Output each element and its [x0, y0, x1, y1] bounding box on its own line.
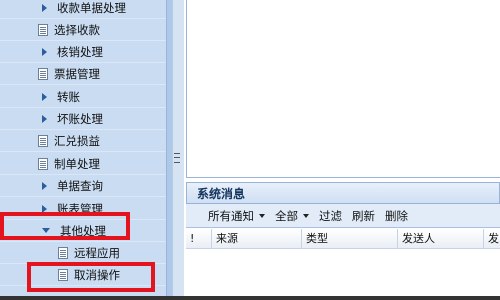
- highlight-cancel-operation: [27, 262, 155, 292]
- nav-item-exchange-gain-loss[interactable]: 汇兑损益: [0, 130, 166, 152]
- expand-arrow-icon: [42, 92, 47, 101]
- delete-label: 删除: [385, 208, 408, 223]
- main-content-pane: [186, 0, 500, 178]
- panel-title: 系统消息: [197, 186, 246, 201]
- column-sender[interactable]: 发送人: [398, 229, 484, 249]
- nav-item-label: 选择收款: [54, 22, 100, 37]
- nav-item-label: 转账: [57, 89, 80, 104]
- highlight-other-processing: [0, 212, 130, 240]
- document-icon: [38, 157, 48, 170]
- column-priority[interactable]: !: [186, 229, 212, 249]
- expand-arrow-icon: [42, 114, 47, 123]
- column-send-time[interactable]: 发: [484, 229, 500, 249]
- all-notices-label: 所有通知: [208, 208, 254, 223]
- refresh-label: 刷新: [352, 208, 375, 223]
- nav-item-select-receipt[interactable]: 选择收款: [0, 19, 166, 41]
- all-notices-dropdown[interactable]: 所有通知: [208, 208, 265, 224]
- filter-label: 过滤: [319, 208, 342, 223]
- nav-item-label: 坏账处理: [57, 111, 103, 126]
- dropdown-arrow-icon: [303, 213, 309, 218]
- nav-item-label: 制单处理: [54, 156, 100, 171]
- sidebar-nav: 收款单据处理 选择收款 核销处理 票据管理 转账 坏账处理 汇兑损益 制单处理 …: [0, 0, 166, 300]
- nav-item-bill-management[interactable]: 票据管理: [0, 63, 166, 85]
- all-label: 全部: [275, 208, 298, 223]
- filter-button[interactable]: 过滤: [319, 208, 342, 224]
- expand-arrow-icon: [42, 3, 47, 12]
- nav-item-bad-debt[interactable]: 坏账处理: [0, 108, 166, 130]
- system-message-panel: 系统消息 所有通知 全部 过滤 刷新 删除 ! 来源 类型 发送人 发: [186, 182, 500, 300]
- panel-header: 系统消息: [186, 182, 500, 204]
- dropdown-arrow-icon: [259, 213, 265, 218]
- nav-item-remote-application[interactable]: 远程应用: [0, 242, 166, 264]
- message-grid-header: ! 来源 类型 发送人 发: [186, 229, 500, 249]
- nav-item-label: 单据查询: [57, 178, 103, 193]
- all-dropdown[interactable]: 全部: [275, 208, 309, 224]
- bottom-edge: [0, 296, 500, 300]
- column-type[interactable]: 类型: [302, 229, 398, 249]
- document-icon: [38, 23, 48, 36]
- document-icon: [38, 134, 48, 147]
- pane-splitter[interactable]: [172, 0, 184, 300]
- nav-item-label: 远程应用: [74, 245, 120, 260]
- splitter-grip-icon[interactable]: [174, 153, 180, 163]
- nav-item-label: 核销处理: [57, 44, 103, 59]
- nav-item-transfer[interactable]: 转账: [0, 86, 166, 108]
- nav-item-write-off[interactable]: 核销处理: [0, 41, 166, 63]
- expand-arrow-icon: [42, 47, 47, 56]
- nav-item-label: 票据管理: [54, 66, 100, 81]
- expand-arrow-icon: [42, 181, 47, 190]
- panel-toolbar: 所有通知 全部 过滤 刷新 删除: [186, 204, 500, 228]
- message-grid-body: [186, 250, 500, 300]
- nav-item-label: 收款单据处理: [57, 0, 126, 15]
- document-icon: [58, 246, 68, 259]
- column-source[interactable]: 来源: [212, 229, 302, 249]
- delete-button[interactable]: 删除: [385, 208, 408, 224]
- nav-item-voucher-processing[interactable]: 制单处理: [0, 153, 166, 175]
- nav-item-label: 汇兑损益: [54, 133, 100, 148]
- nav-item-receipt-processing[interactable]: 收款单据处理: [0, 0, 166, 19]
- refresh-button[interactable]: 刷新: [352, 208, 375, 224]
- nav-item-document-query[interactable]: 单据查询: [0, 175, 166, 197]
- document-icon: [38, 67, 48, 80]
